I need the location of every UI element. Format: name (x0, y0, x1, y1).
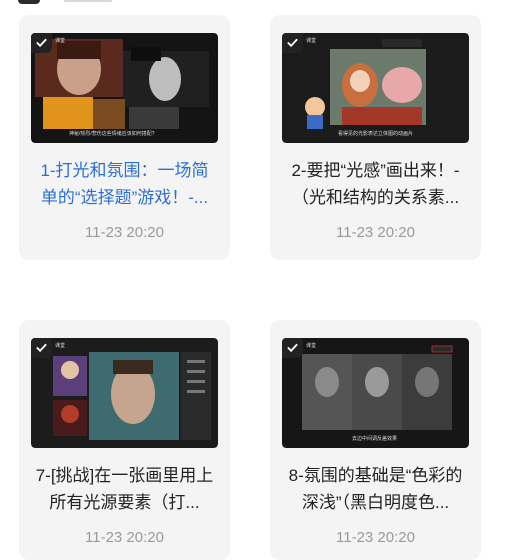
checkmark-icon (36, 38, 47, 48)
course-card-2[interactable]: 课堂 看得见的光影表达立体图的动画片 2-要把“光感”画出来！-（光和结构的关系… (270, 15, 481, 260)
card-date: 11-23 20:20 (85, 224, 164, 241)
thumbnail-image-3 (31, 338, 218, 448)
course-card-4[interactable]: 课堂 去边中间调反差效果 8-氛围的基础是“色彩的深浅”（黑白明度色... 11… (270, 320, 481, 560)
thumbnail-image-2 (282, 33, 469, 143)
thumbnail-caption: 神秘/热烈/悲伤这些情绪应该如何搭配? (69, 131, 155, 137)
select-checkbox[interactable] (282, 33, 303, 53)
checkmark-icon (287, 38, 298, 48)
thumbnail-tag: 课堂 (55, 38, 66, 44)
thumbnail-image-1 (31, 33, 218, 143)
thumbnail-tag: 课堂 (55, 343, 66, 349)
thumbnail-image-4 (282, 338, 469, 448)
select-checkbox[interactable] (31, 33, 52, 53)
select-checkbox[interactable] (31, 338, 52, 358)
card-date: 11-23 20:20 (85, 529, 164, 546)
thumbnail[interactable]: 课堂 (31, 338, 218, 448)
checkmark-icon (287, 343, 298, 353)
card-title[interactable]: 2-要把“光感”画出来！-（光和结构的关系素... (284, 157, 467, 211)
thumbnail[interactable]: 课堂 神秘/热烈/悲伤这些情绪应该如何搭配? (31, 33, 218, 143)
select-checkbox[interactable] (282, 338, 303, 358)
card-title[interactable]: 7-[挑战]在一张画里用上所有光源要素（打... (33, 462, 216, 516)
card-date: 11-23 20:20 (336, 224, 415, 241)
thumbnail[interactable]: 课堂 去边中间调反差效果 (282, 338, 469, 448)
thumbnail-tag: 课堂 (306, 343, 317, 349)
thumbnail-caption: 去边中间调反差效果 (352, 436, 398, 442)
card-title[interactable]: 8-氛围的基础是“色彩的深浅”（黑白明度色... (284, 462, 467, 516)
checkmark-icon (36, 343, 47, 353)
course-card-3[interactable]: 课堂 7-[挑战]在一张画里用上所有光源要素（打... 11-23 20:20 (19, 320, 230, 560)
course-card-1[interactable]: 课堂 神秘/热烈/悲伤这些情绪应该如何搭配? 1-打光和氛围：一场简单的“选择题… (19, 15, 230, 260)
thumbnail-caption: 看得见的光影表达立体图的动画片 (338, 131, 414, 137)
top-checkbox-partial[interactable] (18, 0, 40, 4)
thumbnail-tag: 课堂 (306, 38, 317, 44)
thumbnail[interactable]: 课堂 看得见的光影表达立体图的动画片 (282, 33, 469, 143)
card-title[interactable]: 1-打光和氛围：一场简单的“选择题”游戏！-... (33, 157, 216, 211)
top-label-partial (64, 0, 112, 2)
card-date: 11-23 20:20 (336, 529, 415, 546)
